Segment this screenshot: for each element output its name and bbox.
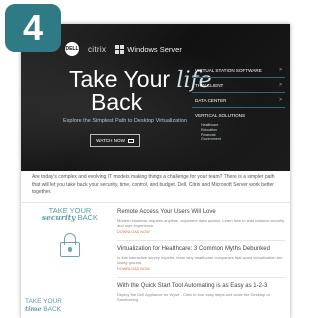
download-link[interactable]: DOWNLOAD NOW (117, 230, 285, 234)
article-list: Remote Access Your Users Will Love Moder… (117, 209, 285, 302)
article-divider (117, 277, 285, 278)
article-summary: Deploy the Dell Appliance for Wyse - Cit… (117, 292, 270, 302)
windows-flag-icon (115, 44, 125, 54)
dell-logo-icon: DELL (65, 42, 79, 56)
section-divider (21, 202, 290, 203)
partner-logos: DELL citrix Windows Server (65, 42, 182, 56)
security-tile: TAKE YOUR security BACK (25, 207, 115, 287)
windows-server-logo: Windows Server (115, 44, 182, 54)
solutions-menu: VIRTUAL STATION SOFTWARE > THIN CLIENT >… (192, 63, 285, 142)
hero-banner: DELL citrix Windows Server Take Your lif… (21, 24, 290, 171)
article-title[interactable]: Virtualization for Healthcare: 3 Common … (117, 246, 285, 253)
download-link[interactable]: DOWNLOAD NOW (117, 267, 285, 271)
menu-item-virtual-station[interactable]: VIRTUAL STATION SOFTWARE > (192, 63, 285, 78)
time-tile: TAKE YOUR time BACK (25, 298, 62, 313)
hero-title-line2: Back (91, 89, 143, 115)
chevron-right-icon: > (279, 67, 282, 73)
hero-subtitle: Explore the Simplest Path to Desktop Vir… (63, 118, 188, 124)
article-title[interactable]: With the Quick Start Tool Automating is … (117, 283, 285, 290)
menu-item-vertical-solutions[interactable]: VERTICAL SOLUTIONS (192, 108, 285, 123)
watch-now-button[interactable]: WATCH NOW (90, 134, 140, 147)
article-item: Virtualization for Healthcare: 3 Common … (117, 246, 285, 271)
vertical-solutions-submenu: Healthcare Education Financial Governmen… (192, 123, 285, 142)
article-item: With the Quick Start Tool Automating is … (117, 283, 285, 302)
article-item: Remote Access Your Users Will Love Moder… (117, 209, 285, 234)
article-summary: In this interactive survey experts, lear… (117, 255, 283, 265)
security-tile-title: TAKE YOUR security BACK (41, 206, 99, 222)
article-summary: Modern business requires anytime, anywhe… (117, 218, 285, 228)
menu-item-thin-client[interactable]: THIN CLIENT > (192, 78, 285, 93)
step-number: 4 (22, 7, 44, 48)
landing-page-preview: DELL citrix Windows Server Take Your lif… (21, 24, 290, 318)
step-number-badge: 4 (5, 4, 61, 52)
chevron-right-icon: > (279, 82, 282, 88)
windows-server-label: Windows Server (127, 44, 182, 54)
chevron-right-icon: > (279, 97, 282, 103)
lock-icon (60, 233, 80, 259)
watch-now-label: WATCH NOW (96, 138, 125, 143)
intro-paragraph: Are today's complex and evolving IT mode… (32, 174, 275, 196)
article-divider (117, 240, 285, 241)
menu-item-data-center[interactable]: DATA CENTER > (192, 93, 285, 108)
video-icon (127, 138, 134, 143)
submenu-item-government[interactable]: Government (201, 137, 285, 142)
citrix-logo: citrix (88, 44, 107, 54)
article-title[interactable]: Remote Access Your Users Will Love (117, 209, 285, 216)
